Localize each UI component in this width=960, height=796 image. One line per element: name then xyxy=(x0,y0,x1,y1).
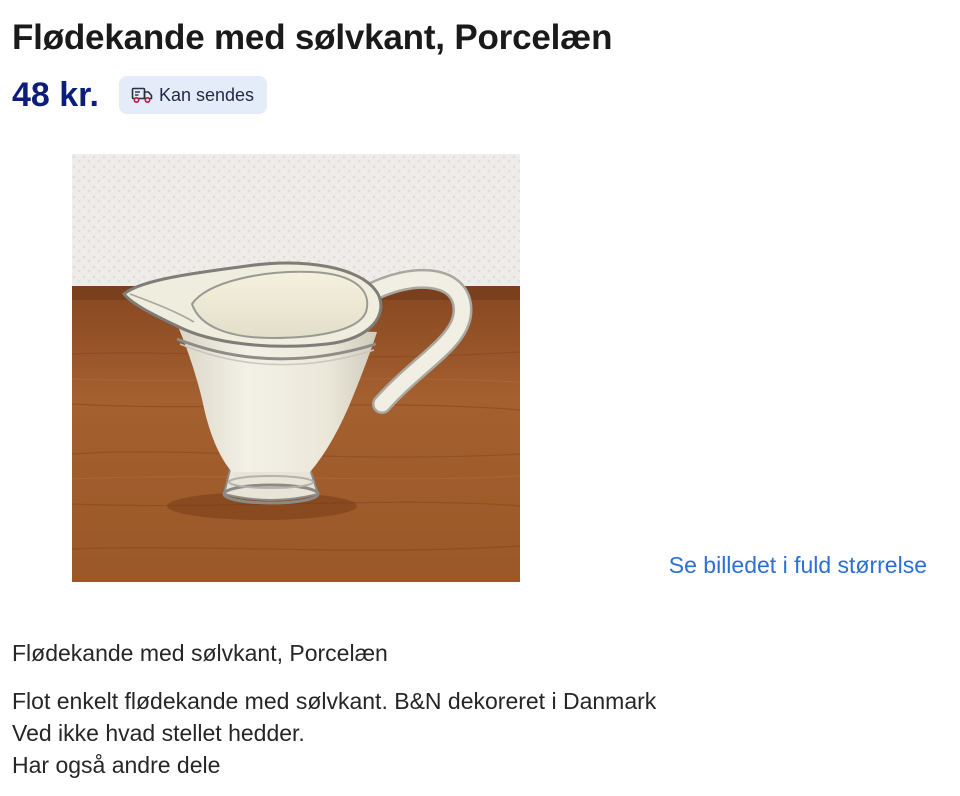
product-photo[interactable] xyxy=(72,154,520,582)
description-heading: Flødekande med sølvkant, Porcelæn xyxy=(12,640,388,666)
listing-title: Flødekande med sølvkant, Porcelæn xyxy=(12,18,613,57)
shipping-badge: Kan sendes xyxy=(118,76,268,114)
price-row: 48 kr. Kan sendes xyxy=(12,72,268,118)
shipping-badge-label: Kan sendes xyxy=(158,84,255,105)
description-body: Flot enkelt flødekande med sølvkant. B&N… xyxy=(12,685,656,781)
price: 48 kr. xyxy=(12,76,99,114)
description-line: Har også andre dele xyxy=(12,752,221,778)
delivery-truck-icon xyxy=(131,85,153,105)
view-fullsize-link[interactable]: Se billedet i fuld størrelse xyxy=(669,552,927,579)
description-line: Flot enkelt flødekande med sølvkant. B&N… xyxy=(12,688,657,714)
description-line: Ved ikke hvad stellet hedder. xyxy=(12,720,305,746)
